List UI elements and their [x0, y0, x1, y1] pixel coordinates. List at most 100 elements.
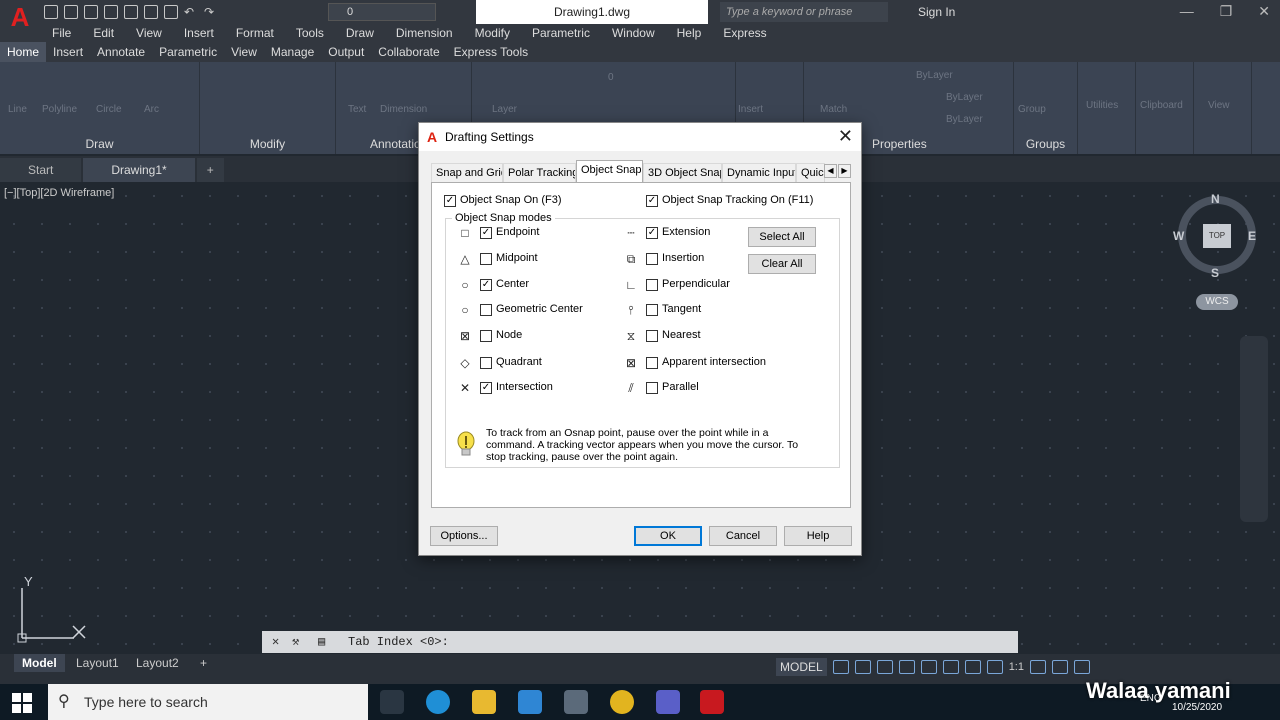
groups-panel-title[interactable]: Groups — [1014, 136, 1077, 152]
compass-w[interactable]: W — [1173, 229, 1184, 243]
polyline-tool[interactable]: Polyline — [42, 104, 77, 115]
extension-label[interactable]: Extension — [662, 226, 710, 238]
store-icon[interactable] — [564, 690, 588, 714]
draw-panel-title[interactable]: Draw — [0, 136, 199, 152]
file-explorer-icon[interactable] — [472, 690, 496, 714]
chrome-icon[interactable] — [610, 690, 634, 714]
lineweight-dropdown[interactable]: ByLayer — [946, 114, 983, 125]
navigation-bar[interactable] — [1240, 336, 1268, 522]
new-tab-button[interactable]: + — [196, 158, 224, 182]
grid-icon[interactable] — [832, 660, 849, 674]
text-tool[interactable]: Text — [348, 104, 366, 115]
parallel-label[interactable]: Parallel — [662, 381, 699, 393]
wcs-menu[interactable]: WCS — [1196, 294, 1238, 310]
tangent-label[interactable]: Tangent — [662, 303, 701, 315]
center-label[interactable]: Center — [496, 278, 529, 290]
save-icon[interactable] — [84, 5, 98, 19]
insertion-checkbox[interactable] — [646, 253, 658, 265]
app-menu-button[interactable]: A — [0, 0, 40, 42]
nearest-label[interactable]: Nearest — [662, 329, 701, 341]
windows-start-icon[interactable] — [12, 693, 32, 713]
utilities-tool[interactable]: Utilities — [1086, 100, 1118, 111]
tab-start[interactable]: Start — [0, 158, 82, 182]
perpendicular-checkbox[interactable] — [646, 279, 658, 291]
tab-snap-and-grid[interactable]: Snap and Grid — [431, 163, 503, 183]
ribbon-tab-home[interactable]: Home — [0, 42, 47, 62]
open-web-icon[interactable] — [124, 5, 138, 19]
tab-drawing1[interactable]: Drawing1* — [83, 158, 195, 182]
snap-icon[interactable] — [854, 660, 871, 674]
close-icon[interactable]: ✕ — [1258, 3, 1270, 20]
tab-layout1[interactable]: Layout1 — [68, 654, 127, 672]
insertion-label[interactable]: Insertion — [662, 252, 704, 264]
color-dropdown[interactable]: ByLayer — [916, 70, 953, 81]
options-button[interactable]: Options... — [430, 526, 498, 546]
line-tool[interactable]: Line — [8, 104, 27, 115]
viewport-controls[interactable]: [−][Top][2D Wireframe] — [4, 187, 114, 199]
select-all-button[interactable]: Select All — [748, 227, 816, 247]
endpoint-checkbox[interactable]: ✓ — [480, 227, 492, 239]
dimension-tool[interactable]: Dimension — [380, 104, 427, 115]
minimize-icon[interactable]: — — [1180, 3, 1194, 20]
ortho-icon[interactable] — [876, 660, 893, 674]
layer-tool[interactable]: Layer — [492, 104, 517, 115]
apparent-intersection-checkbox[interactable] — [646, 357, 658, 369]
polar-icon[interactable] — [898, 660, 915, 674]
menu-window[interactable]: Window — [612, 24, 655, 42]
endpoint-label[interactable]: Endpoint — [496, 226, 539, 238]
annotation-icon[interactable] — [986, 660, 1003, 674]
osnap-icon[interactable] — [964, 660, 981, 674]
tangent-checkbox[interactable] — [646, 304, 658, 316]
node-label[interactable]: Node — [496, 329, 522, 341]
menu-insert[interactable]: Insert — [184, 24, 214, 42]
menu-edit[interactable]: Edit — [93, 24, 114, 42]
ribbon-tab-insert[interactable]: Insert — [46, 42, 90, 62]
perpendicular-label[interactable]: Perpendicular — [662, 278, 730, 290]
open-icon[interactable] — [64, 5, 78, 19]
osnap-tracking-icon[interactable] — [942, 660, 959, 674]
tab-dynamic-input[interactable]: Dynamic Input — [722, 163, 796, 183]
menu-help[interactable]: Help — [677, 24, 702, 42]
dialog-close-icon[interactable]: ✕ — [838, 127, 853, 145]
match-properties-tool[interactable]: Match — [820, 104, 847, 115]
plot-icon[interactable] — [164, 5, 178, 19]
save-web-icon[interactable] — [144, 5, 158, 19]
layer-panel-dropdown[interactable]: 0 — [608, 72, 614, 83]
viewcube-top-face[interactable]: TOP — [1203, 224, 1231, 248]
recent-commands-icon[interactable]: ▤ — [318, 631, 325, 653]
save-as-icon[interactable] — [104, 5, 118, 19]
menu-tools[interactable]: Tools — [296, 24, 324, 42]
node-checkbox[interactable] — [480, 330, 492, 342]
redo-icon[interactable]: ↷ — [204, 5, 218, 19]
osnap-on-label[interactable]: Object Snap On (F3) — [460, 194, 562, 206]
annotation-scale[interactable]: 1:1 — [1009, 661, 1024, 673]
geometric-center-checkbox[interactable] — [480, 304, 492, 316]
midpoint-label[interactable]: Midpoint — [496, 252, 538, 264]
nearest-checkbox[interactable] — [646, 330, 658, 342]
midpoint-checkbox[interactable] — [480, 253, 492, 265]
ok-button[interactable]: OK — [634, 526, 702, 546]
tab-polar-tracking[interactable]: Polar Tracking — [503, 163, 576, 183]
menu-view[interactable]: View — [136, 24, 162, 42]
osnap-tracking-checkbox[interactable]: ✓ — [646, 195, 658, 207]
ribbon-tab-express-tools[interactable]: Express Tools — [447, 42, 535, 62]
insert-tool[interactable]: Insert — [738, 104, 763, 115]
task-view-icon[interactable] — [380, 690, 404, 714]
new-icon[interactable] — [44, 5, 58, 19]
center-checkbox[interactable]: ✓ — [480, 279, 492, 291]
menu-parametric[interactable]: Parametric — [532, 24, 590, 42]
clear-all-button[interactable]: Clear All — [748, 254, 816, 274]
help-button[interactable]: Help — [784, 526, 852, 546]
osnap-tracking-label[interactable]: Object Snap Tracking On (F11) — [662, 194, 813, 206]
quadrant-checkbox[interactable] — [480, 357, 492, 369]
tab-object-snap[interactable]: Object Snap — [576, 160, 643, 183]
linetype-dropdown[interactable]: ByLayer — [946, 92, 983, 103]
autocad-taskbar-icon[interactable] — [700, 690, 724, 714]
circle-tool[interactable]: Circle — [96, 104, 122, 115]
tab-quick-properties[interactable]: Quic — [796, 163, 825, 183]
model-space-button[interactable]: MODEL — [776, 658, 827, 676]
command-line[interactable]: ✕ ⚒ ▤ Tab Index <0>: — [262, 631, 1018, 653]
tab-model[interactable]: Model — [14, 654, 65, 672]
undo-icon[interactable]: ↶ — [184, 5, 198, 19]
ribbon-tab-output[interactable]: Output — [321, 42, 371, 62]
